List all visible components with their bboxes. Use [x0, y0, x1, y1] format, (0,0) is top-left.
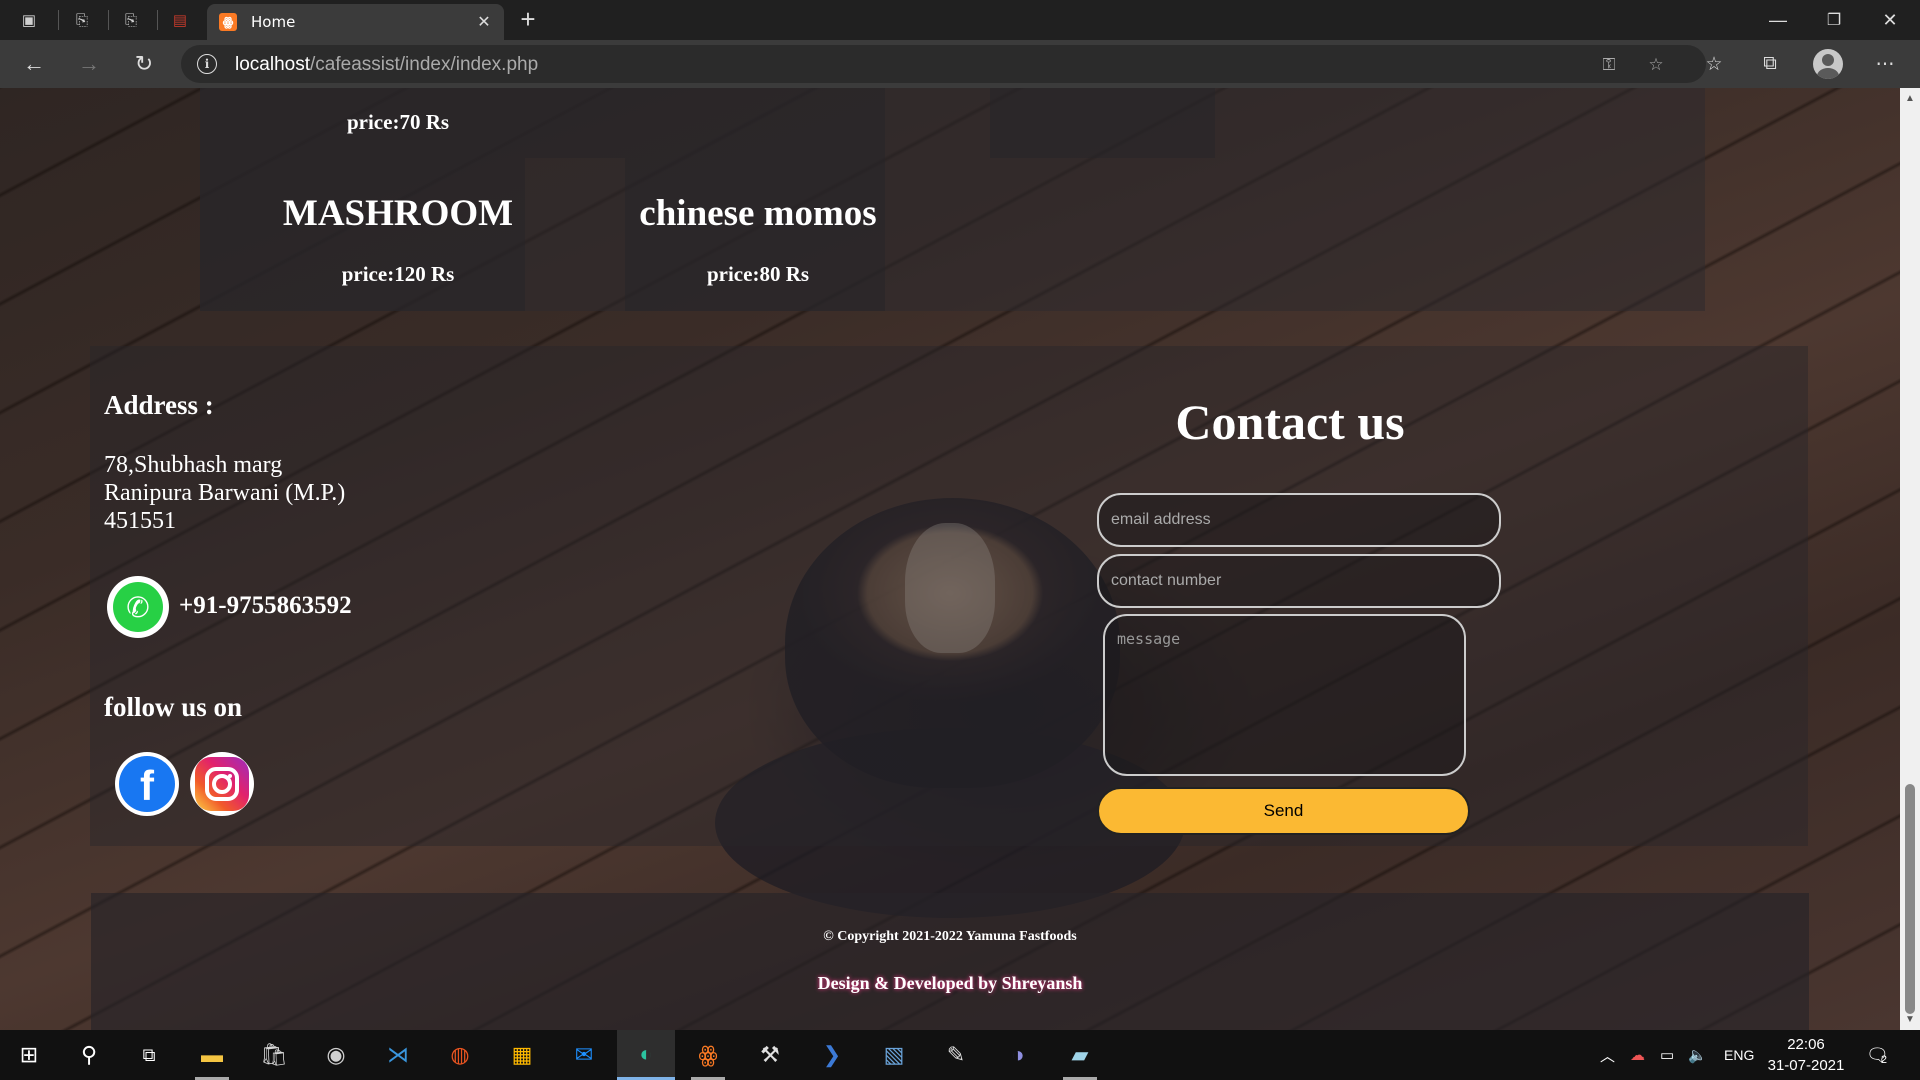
tab-separator	[157, 10, 158, 30]
windows-taskbar: ⊞ ⚲ ⧉ ▬ 🛍 ◉ ⋊ ◍ ▦ ✉ ◐ ꙮ ⚒ ❯ ▧ ✎ ◑ ▰ ︿ ☁ …	[0, 1030, 1920, 1080]
pinned-tab-icon[interactable]: ▤	[168, 8, 192, 32]
drawing-app-icon[interactable]: ▧	[865, 1030, 923, 1080]
clock-time: 22:06	[1787, 1036, 1825, 1053]
menu-item-price: price:70 Rs	[346, 110, 450, 134]
key-icon[interactable]: ⚿	[1595, 53, 1623, 77]
contact-number-field[interactable]	[1097, 554, 1501, 608]
office-app-icon[interactable]: ▦	[493, 1030, 551, 1080]
close-window-button[interactable]: ✕	[1862, 4, 1918, 36]
url-path: /cafeassist/index/index.php	[310, 54, 539, 75]
ubuntu-icon[interactable]: ◍	[431, 1030, 489, 1080]
url-text[interactable]: localhost/cafeassist/index/index.php	[235, 54, 538, 76]
pinned-tab-icon[interactable]: ⎘	[70, 8, 94, 32]
instagram-icon[interactable]	[190, 752, 254, 816]
volume-icon[interactable]: 🔈	[1688, 1030, 1707, 1080]
page-viewport: price:70 Rs MASHROOM price:120 Rs chines…	[0, 88, 1900, 1030]
page-scrollbar[interactable]: ▲ ▼	[1900, 88, 1920, 1030]
scroll-down-arrow-icon[interactable]: ▼	[1904, 1014, 1916, 1026]
search-icon[interactable]: ⚲	[60, 1030, 118, 1080]
edge-browser-icon[interactable]: ◐	[617, 1030, 675, 1080]
facebook-icon[interactable]: f	[115, 752, 179, 816]
menu-item-name: MASHROOM	[282, 193, 514, 234]
notification-center-icon[interactable]: 🗨 2	[1866, 1030, 1889, 1080]
phone-glyph-icon: ✆	[113, 582, 163, 632]
system-clock[interactable]: 22:06 31-07-2021	[1766, 1034, 1846, 1076]
onedrive-icon[interactable]: ☁	[1630, 1030, 1645, 1080]
instagram-camera-icon	[205, 767, 239, 801]
collections-icon[interactable]: ⧉	[1753, 48, 1787, 80]
tab-actions-icon[interactable]: ▣	[17, 8, 41, 32]
mail-icon[interactable]: ✉	[555, 1030, 613, 1080]
add-favorite-icon[interactable]: ☆	[1642, 53, 1670, 77]
back-button[interactable]: ←	[17, 48, 51, 80]
xampp-favicon-icon: ꙮ	[219, 13, 237, 31]
menu-card	[990, 88, 1215, 158]
send-button[interactable]: Send	[1097, 787, 1470, 835]
whatsapp-icon[interactable]: ✆	[107, 576, 169, 638]
refresh-button[interactable]: ↻	[127, 48, 161, 80]
clock-date: 31-07-2021	[1767, 1057, 1845, 1074]
email-field[interactable]	[1097, 493, 1501, 547]
notification-count: 2	[1880, 1054, 1887, 1066]
battery-icon[interactable]: ▭	[1660, 1030, 1674, 1080]
address-line: Ranipura Barwani (M.P.)	[104, 480, 346, 506]
eclipse-icon[interactable]: ◑	[989, 1030, 1047, 1080]
footer: © Copyright 2021-2022 Yamuna Fastfoods D…	[91, 893, 1809, 1030]
forward-button[interactable]: →	[72, 48, 106, 80]
tab-separator	[58, 10, 59, 30]
url-host: localhost	[235, 54, 310, 75]
file-explorer-icon[interactable]: ▬	[183, 1030, 241, 1080]
tab-home[interactable]: ꙮ Home ✕	[207, 4, 504, 40]
scroll-thumb[interactable]	[1905, 784, 1915, 1014]
address-bar[interactable]: i localhost/cafeassist/index/index.php ⚿…	[181, 45, 1706, 83]
powershell-icon[interactable]: ❯	[803, 1030, 861, 1080]
menu-item-price: price:120 Rs	[341, 262, 455, 286]
minimize-button[interactable]: —	[1750, 4, 1806, 36]
address-heading: Address :	[104, 390, 214, 420]
site-info-icon[interactable]: i	[197, 54, 217, 74]
git-tool-icon[interactable]: ⚒	[741, 1030, 799, 1080]
contact-title: Contact us	[1175, 394, 1405, 450]
task-view-icon[interactable]: ⧉	[120, 1030, 178, 1080]
vscode-icon[interactable]: ⋊	[369, 1030, 427, 1080]
copyright-text: © Copyright 2021-2022 Yamuna Fastfoods	[823, 929, 1077, 944]
address-line: 451551	[104, 508, 176, 534]
restore-button[interactable]: ❐	[1806, 4, 1862, 36]
close-tab-icon[interactable]: ✕	[472, 10, 496, 34]
menu-card	[525, 88, 885, 158]
media-app-icon[interactable]: ◉	[307, 1030, 365, 1080]
windows-start-icon[interactable]: ⊞	[0, 1030, 58, 1080]
tab-separator	[108, 10, 109, 30]
store-icon[interactable]: 🛍	[245, 1030, 303, 1080]
phone-number: +91-9755863592	[179, 592, 352, 619]
browser-toolbar: ← → ↻ i localhost/cafeassist/index/index…	[0, 40, 1920, 88]
instagram-glyph-icon	[195, 757, 249, 811]
xampp-icon[interactable]: ꙮ	[679, 1030, 737, 1080]
profile-avatar[interactable]	[1813, 49, 1843, 79]
language-indicator[interactable]: ENG	[1724, 1030, 1754, 1080]
show-hidden-icons-icon[interactable]: ︿	[1600, 1030, 1615, 1080]
tab-title: Home	[251, 13, 296, 31]
menu-item-price: price:80 Rs	[706, 262, 810, 286]
credits-text: Design & Developed by Shreyansh	[817, 973, 1083, 993]
follow-heading: follow us on	[104, 692, 243, 722]
facebook-glyph-icon: f	[119, 756, 175, 812]
paint-icon[interactable]: ✎	[927, 1030, 985, 1080]
menu-item-name: chinese momos	[639, 193, 877, 234]
pinned-tab-icon[interactable]: ⎘	[119, 8, 143, 32]
browser-tab-bar: ▣ ⎘ ⎘ ▤ ꙮ Home ✕ + — ❐ ✕	[0, 0, 1920, 40]
favorites-icon[interactable]: ☆	[1697, 48, 1731, 80]
notepad-icon[interactable]: ▰	[1051, 1030, 1109, 1080]
new-tab-button[interactable]: +	[514, 6, 542, 34]
scroll-up-arrow-icon[interactable]: ▲	[1904, 93, 1916, 105]
address-line: 78,Shubhash marg	[104, 452, 283, 478]
more-options-icon[interactable]: ⋯	[1868, 48, 1902, 80]
message-field[interactable]	[1103, 614, 1466, 776]
